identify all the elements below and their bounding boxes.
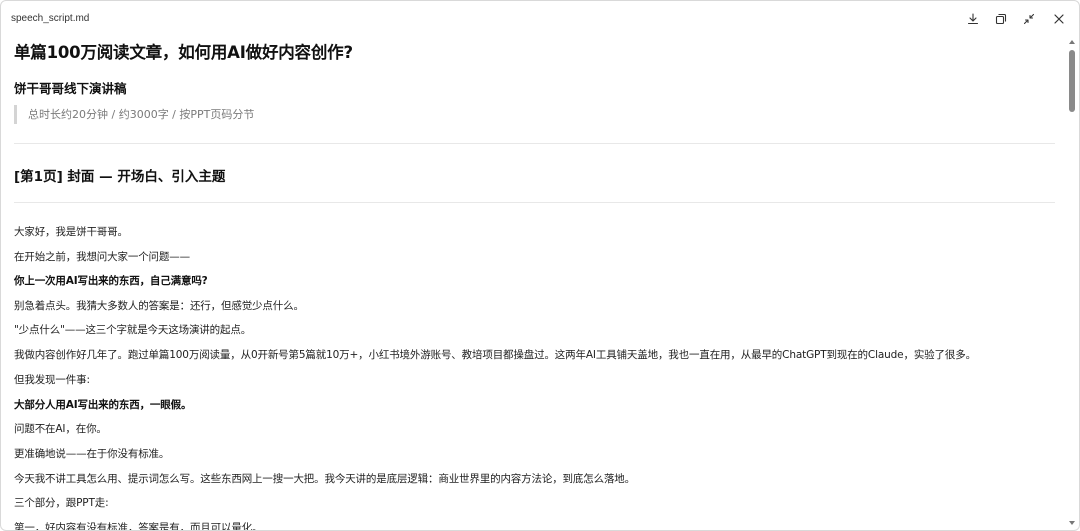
paragraph: 别急着点头。我猜大多数人的答案是：还行，但感觉少点什么。 <box>14 300 304 312</box>
paragraph: "少点什么"——这三个字就是今天这场演讲的起点。 <box>14 324 252 336</box>
download-icon <box>967 13 979 25</box>
document-content: 单篇100万阅读文章，如何用AI做好内容创作? 饼干哥哥线下演讲稿 总时长约20… <box>1 35 1065 530</box>
section-heading: [第1页] 封面 — 开场白、引入主题 <box>14 169 226 185</box>
filename-label: speech_script.md <box>11 13 90 24</box>
paragraph: 三个部分，跟PPT走: <box>14 497 109 509</box>
collapse-button[interactable] <box>1019 9 1039 29</box>
scrollbar-thumb[interactable] <box>1069 50 1075 112</box>
paragraph-bold: 你上一次用AI写出来的东西，自己满意吗? <box>14 275 208 287</box>
close-button[interactable] <box>1049 9 1069 29</box>
copy-button[interactable] <box>991 9 1011 29</box>
document-viewer-window: speech_script.md 单篇100万阅读文章，如何用AI做好内容创作?… <box>0 0 1080 531</box>
paragraph: 在开始之前，我想问大家一个问题—— <box>14 251 190 263</box>
paragraph: 大家好，我是饼干哥哥。 <box>14 226 128 238</box>
vertical-scrollbar[interactable] <box>1067 35 1077 530</box>
paragraph: 第一，好内容有没有标准，答案是有，而且可以量化。 <box>14 522 263 530</box>
document-subtitle: 饼干哥哥线下演讲稿 <box>14 81 127 96</box>
blockquote-meta: 总时长约20分钟 / 约3000字 / 按PPT页码分节 <box>14 105 254 124</box>
paragraph: 问题不在AI，在你。 <box>14 423 107 435</box>
copy-icon <box>995 13 1007 25</box>
scroll-down-arrow-icon[interactable] <box>1068 519 1076 527</box>
scroll-up-arrow-icon[interactable] <box>1068 38 1076 46</box>
paragraph: 今天我不讲工具怎么用、提示词怎么写。这些东西网上一搜一大把。我今天讲的是底层逻辑… <box>14 473 635 485</box>
divider <box>14 202 1055 203</box>
document-title: 单篇100万阅读文章，如何用AI做好内容创作? <box>14 43 353 62</box>
collapse-icon <box>1023 13 1035 25</box>
close-icon <box>1054 14 1064 24</box>
paragraph-bold: 大部分人用AI写出来的东西，一眼假。 <box>14 399 192 411</box>
paragraph: 我做内容创作好几年了。跑过单篇100万阅读量，从0开新号第5篇就10万+，小红书… <box>14 349 976 361</box>
paragraph: 更准确地说——在于你没有标准。 <box>14 448 170 460</box>
paragraph: 但我发现一件事: <box>14 374 90 386</box>
download-button[interactable] <box>963 9 983 29</box>
divider <box>14 143 1055 144</box>
title-bar: speech_script.md <box>1 1 1079 35</box>
